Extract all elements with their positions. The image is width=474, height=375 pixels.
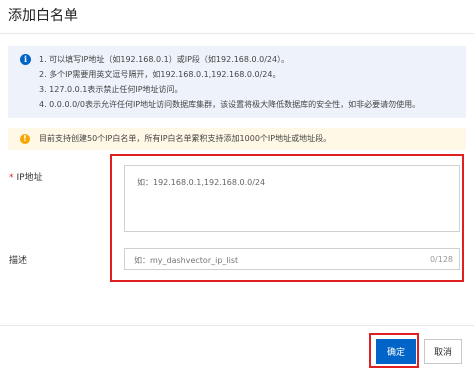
ip-label: * IP地址	[9, 173, 43, 183]
dialog-header: 添加白名单	[0, 0, 474, 34]
description-placeholder: 如：my_dashvector_ip_list	[134, 256, 239, 265]
description-label: 描述	[9, 256, 28, 266]
warning-text: 目前支持创建50个IP白名单，所有IP白名单累积支持添加1000个IP地址或地址…	[39, 134, 332, 143]
warning-circle-icon: !	[20, 134, 30, 144]
info-circle-icon: i	[20, 54, 31, 65]
ip-placeholder: 如：192.168.0.1,192.168.0.0/24	[137, 178, 266, 187]
info-line-2: 2. 多个IP需要用英文逗号隔开，如192.168.0.1,192.168.0.…	[39, 70, 281, 79]
footer-divider	[0, 325, 474, 326]
required-mark: *	[9, 173, 14, 183]
description-char-count: 0/128	[429, 255, 453, 264]
warning-notice: ! 目前支持创建50个IP白名单，所有IP白名单累积支持添加1000个IP地址或…	[8, 128, 466, 150]
info-notice: i 1. 可以填写IP地址（如192.168.0.1）或IP段（如192.168…	[8, 46, 466, 118]
ip-address-textarea[interactable]: 如：192.168.0.1,192.168.0.0/24	[124, 165, 460, 232]
info-line-1: 1. 可以填写IP地址（如192.168.0.1）或IP段（如192.168.0…	[39, 55, 290, 64]
info-line-4: 4. 0.0.0.0/0表示允许任何IP地址访问数据库集群，该设置将极大降低数据…	[39, 100, 421, 109]
confirm-button[interactable]: 确定	[376, 339, 416, 364]
description-input[interactable]: 如：my_dashvector_ip_list 0/128	[124, 248, 460, 270]
info-line-3: 3. 127.0.0.1表示禁止任何IP地址访问。	[39, 85, 183, 94]
dialog-title: 添加白名单	[8, 8, 78, 24]
cancel-button[interactable]: 取消	[424, 339, 462, 364]
